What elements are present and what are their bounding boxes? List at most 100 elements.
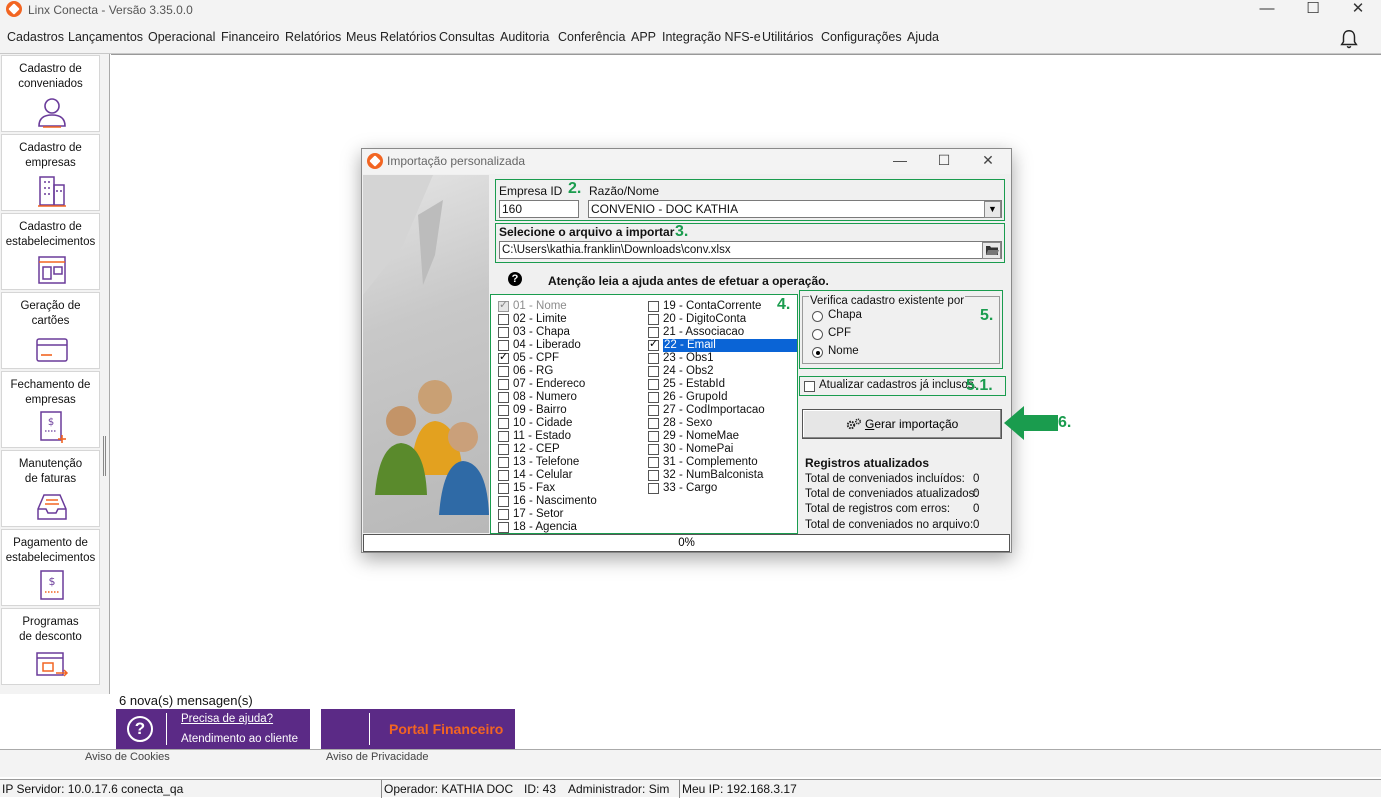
menu-configuracoes[interactable]: Configurações (821, 30, 902, 44)
help-link[interactable]: Precisa de ajuda? (181, 713, 273, 725)
portal-financeiro-banner[interactable]: Portal Financeiro (321, 709, 515, 749)
radio-chapa[interactable] (812, 311, 823, 322)
field-checkbox[interactable] (648, 431, 659, 442)
field-checkbox[interactable] (498, 483, 509, 494)
maximize-button[interactable]: ☐ (1290, 0, 1336, 22)
field-checkbox[interactable] (648, 366, 659, 377)
field-item-label[interactable]: 08 - Numero (513, 391, 577, 404)
field-item-label[interactable]: 06 - RG (513, 365, 553, 378)
field-checkbox[interactable] (648, 392, 659, 403)
sidebar-item-manutencao-faturas[interactable]: Manutenção de faturas (1, 450, 100, 527)
privacy-link[interactable]: Aviso de Privacidade (326, 751, 429, 763)
field-checkbox[interactable] (498, 418, 509, 429)
sidebar-item-fechamento-empresas[interactable]: Fechamento de empresas $ (1, 371, 100, 448)
field-checkbox[interactable] (648, 337, 659, 351)
menu-consultas[interactable]: Consultas (439, 30, 495, 44)
sidebar-item-pagamento-estabelecimentos[interactable]: Pagamento de estabelecimentos $ (1, 529, 100, 606)
field-checkbox[interactable] (498, 470, 509, 481)
field-checkbox[interactable] (498, 314, 509, 325)
field-checkbox[interactable] (498, 350, 509, 364)
menu-conferencia[interactable]: Conferência (558, 30, 625, 44)
menu-integracao-nfse[interactable]: Integração NFS-e (662, 30, 761, 44)
dialog-maximize-button[interactable]: ☐ (924, 150, 964, 172)
menu-ajuda[interactable]: Ajuda (907, 30, 939, 44)
field-item-label[interactable]: 32 - NumBalconista (663, 469, 763, 482)
field-item-label[interactable]: 01 - Nome (513, 300, 567, 313)
menu-financeiro[interactable]: Financeiro (221, 30, 279, 44)
arquivo-path-input[interactable]: C:\Users\kathia.franklin\Downloads\conv.… (499, 241, 1002, 259)
field-checkbox[interactable] (498, 522, 509, 533)
razao-nome-combo[interactable]: CONVENIO - DOC KATHIA (588, 200, 1002, 218)
messages-count[interactable]: 6 nova(s) mensagen(s) (119, 693, 253, 708)
field-item-label[interactable]: 03 - Chapa (513, 326, 570, 339)
field-item-label[interactable]: 23 - Obs1 (663, 352, 714, 365)
field-item-label[interactable]: 26 - GrupoId (663, 391, 728, 404)
field-item-label[interactable]: 10 - Cidade (513, 417, 572, 430)
field-checkbox[interactable] (498, 366, 509, 377)
field-item-label[interactable]: 18 - Agencia (513, 521, 577, 534)
field-checkbox[interactable] (648, 444, 659, 455)
sidebar-item-geracao-cartoes[interactable]: Geração de cartões (1, 292, 100, 369)
field-item-label[interactable]: 14 - Celular (513, 469, 572, 482)
radio-cpf[interactable] (812, 329, 823, 340)
field-item-label[interactable]: 20 - DigitoConta (663, 313, 746, 326)
menu-lancamentos[interactable]: Lançamentos (68, 30, 143, 44)
menu-relatorios[interactable]: Relatórios (285, 30, 341, 44)
sidebar-item-cadastro-empresas[interactable]: Cadastro de empresas (1, 134, 100, 211)
close-button[interactable]: ✕ (1335, 0, 1381, 22)
field-checkbox[interactable] (498, 392, 509, 403)
minimize-button[interactable]: — (1244, 0, 1290, 22)
atualizar-checkbox[interactable] (804, 381, 815, 392)
field-item-label[interactable]: 12 - CEP (513, 443, 560, 456)
field-checkbox[interactable] (648, 457, 659, 468)
menu-operacional[interactable]: Operacional (148, 30, 215, 44)
field-checkbox[interactable] (648, 301, 659, 312)
field-checkbox[interactable] (648, 470, 659, 481)
radio-nome[interactable] (812, 347, 823, 358)
menu-app[interactable]: APP (631, 30, 656, 44)
field-item-label[interactable]: 09 - Bairro (513, 404, 567, 417)
menu-meus-relatorios[interactable]: Meus Relatórios (346, 30, 436, 44)
field-item-label[interactable]: 29 - NomeMae (663, 430, 739, 443)
field-item-label[interactable]: 24 - Obs2 (663, 365, 714, 378)
field-item-label[interactable]: 28 - Sexo (663, 417, 712, 430)
field-checkbox[interactable] (648, 314, 659, 325)
sidebar-splitter[interactable] (103, 436, 106, 476)
field-checkbox[interactable] (498, 379, 509, 390)
sidebar-item-cadastro-conveniados[interactable]: Cadastro de conveniados (1, 55, 100, 132)
gerar-importacao-button[interactable]: Gerar importação (802, 409, 1002, 439)
field-item-label[interactable]: 02 - Limite (513, 313, 567, 326)
field-checkbox[interactable] (648, 353, 659, 364)
field-item-label[interactable]: 30 - NomePai (663, 443, 733, 456)
help-circle-icon[interactable]: ? (508, 272, 522, 286)
sidebar-item-programas-desconto[interactable]: Programas de desconto (1, 608, 100, 685)
field-checkbox[interactable] (498, 457, 509, 468)
field-item-label[interactable]: 19 - ContaCorrente (663, 300, 761, 313)
field-checkbox[interactable] (648, 483, 659, 494)
chevron-down-icon[interactable]: ▼ (984, 201, 1001, 218)
field-item-label[interactable]: 21 - Associacao (663, 326, 744, 339)
field-item-label[interactable]: 17 - Setor (513, 508, 564, 521)
dialog-close-button[interactable]: ✕ (968, 150, 1008, 172)
field-item-label[interactable]: 07 - Endereco (513, 378, 585, 391)
field-item-label[interactable]: 15 - Fax (513, 482, 555, 495)
sidebar-item-cadastro-estabelecimentos[interactable]: Cadastro de estabelecimentos (1, 213, 100, 290)
field-checkbox[interactable] (498, 496, 509, 507)
field-checkbox[interactable] (648, 405, 659, 416)
field-checkbox[interactable] (498, 431, 509, 442)
dialog-minimize-button[interactable]: — (880, 150, 920, 172)
menu-auditoria[interactable]: Auditoria (500, 30, 549, 44)
field-checkbox[interactable] (498, 298, 509, 312)
field-item-label[interactable]: 25 - EstabId (663, 378, 725, 391)
field-item-label[interactable]: 13 - Telefone (513, 456, 579, 469)
folder-open-icon[interactable] (982, 242, 1001, 259)
field-item-label[interactable]: 16 - Nascimento (513, 495, 597, 508)
field-checkbox[interactable] (648, 379, 659, 390)
field-checkbox[interactable] (498, 444, 509, 455)
field-item-label[interactable]: 31 - Complemento (663, 456, 758, 469)
cookies-link[interactable]: Aviso de Cookies (85, 751, 170, 763)
empresa-id-input[interactable]: 160 (499, 200, 579, 218)
menu-cadastros[interactable]: Cadastros (7, 30, 64, 44)
field-item-label[interactable]: 05 - CPF (513, 352, 559, 365)
field-item-label[interactable]: 22 - Email (663, 339, 797, 352)
